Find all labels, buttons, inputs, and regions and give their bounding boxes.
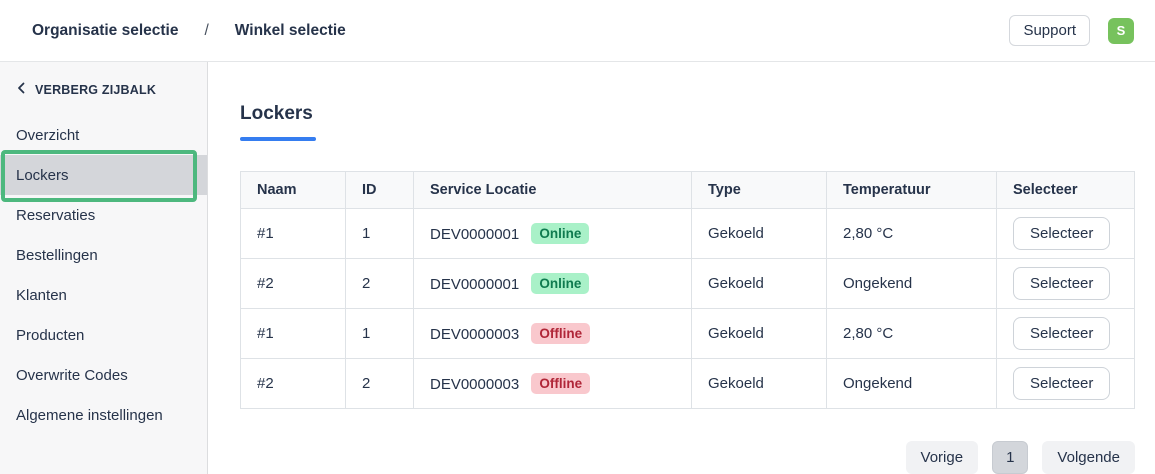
cell-id: 2 [346,359,414,409]
selecteer-button[interactable]: Selecteer [1013,267,1110,300]
cell-service-locatie: DEV0000001 Online [414,259,692,309]
cell-temperatuur: 2,80 °C [827,209,997,259]
cell-temperatuur: Ongekend [827,259,997,309]
breadcrumb: Organisatie selectie / Winkel selectie [32,22,346,40]
service-locatie-code: DEV0000003 [430,376,519,393]
column-header-type: Type [692,172,827,209]
column-header-naam: Naam [241,172,346,209]
column-header-id: ID [346,172,414,209]
cell-naam: #1 [241,309,346,359]
cell-id: 1 [346,209,414,259]
sidebar-item-producten[interactable]: Producten [0,315,207,355]
selecteer-button[interactable]: Selecteer [1013,317,1110,350]
cell-temperatuur: Ongekend [827,359,997,409]
cell-type: Gekoeld [692,359,827,409]
cell-type: Gekoeld [692,309,827,359]
page-title: Lockers [240,103,1135,125]
lockers-table: Naam ID Service Locatie Type Temperatuur… [240,171,1135,409]
cell-id: 1 [346,309,414,359]
selecteer-button[interactable]: Selecteer [1013,217,1110,250]
sidebar-nav: Overzicht Lockers Reservaties Bestelling… [0,115,207,435]
status-badge: Online [531,223,589,244]
page-number-button[interactable]: 1 [992,441,1028,474]
breadcrumb-winkel-selectie[interactable]: Winkel selectie [235,22,346,40]
topbar: Organisatie selectie / Winkel selectie S… [0,0,1155,62]
sidebar-item-klanten[interactable]: Klanten [0,275,207,315]
topbar-right: Support S [1009,15,1134,46]
pagination: Vorige 1 Volgende [240,441,1135,474]
table-header-row: Naam ID Service Locatie Type Temperatuur… [241,172,1135,209]
support-button[interactable]: Support [1009,15,1090,46]
sidebar-item-overwrite-codes[interactable]: Overwrite Codes [0,355,207,395]
next-page-button[interactable]: Volgende [1042,441,1135,474]
cell-id: 2 [346,259,414,309]
breadcrumb-separator: / [204,22,208,40]
column-header-selecteer: Selecteer [997,172,1135,209]
sidebar-item-lockers[interactable]: Lockers [0,155,207,195]
sidebar-item-algemene-instellingen[interactable]: Algemene instellingen [0,395,207,435]
cell-naam: #1 [241,209,346,259]
user-avatar[interactable]: S [1108,18,1134,44]
cell-action: Selecteer [997,259,1135,309]
cell-service-locatie: DEV0000001 Online [414,209,692,259]
cell-service-locatie: DEV0000003 Offline [414,359,692,409]
breadcrumb-organisatie-selectie[interactable]: Organisatie selectie [32,22,178,40]
chevron-left-icon [16,82,26,97]
selecteer-button[interactable]: Selecteer [1013,367,1110,400]
cell-type: Gekoeld [692,259,827,309]
sidebar: VERBERG ZIJBALK Overzicht Lockers Reserv… [0,62,208,474]
title-underline [240,137,316,141]
table-row: #1 1 DEV0000003 Offline Gekoeld 2,80 °C … [241,309,1135,359]
cell-naam: #2 [241,259,346,309]
layout: VERBERG ZIJBALK Overzicht Lockers Reserv… [0,62,1155,474]
service-locatie-code: DEV0000003 [430,326,519,343]
cell-naam: #2 [241,359,346,409]
main-content: Lockers Naam ID Service Locatie Type Tem… [208,62,1155,474]
sidebar-item-bestellingen[interactable]: Bestellingen [0,235,207,275]
status-badge: Offline [531,373,590,394]
hide-sidebar-button[interactable]: VERBERG ZIJBALK [16,82,191,97]
status-badge: Offline [531,323,590,344]
sidebar-item-reservaties[interactable]: Reservaties [0,195,207,235]
previous-page-button[interactable]: Vorige [906,441,979,474]
cell-action: Selecteer [997,359,1135,409]
sidebar-item-overzicht[interactable]: Overzicht [0,115,207,155]
cell-service-locatie: DEV0000003 Offline [414,309,692,359]
cell-type: Gekoeld [692,209,827,259]
cell-action: Selecteer [997,309,1135,359]
table-row: #2 2 DEV0000003 Offline Gekoeld Ongekend… [241,359,1135,409]
service-locatie-code: DEV0000001 [430,276,519,293]
hide-sidebar-label: VERBERG ZIJBALK [35,83,156,97]
status-badge: Online [531,273,589,294]
cell-action: Selecteer [997,209,1135,259]
column-header-service-locatie: Service Locatie [414,172,692,209]
lockers-table-wrap: Naam ID Service Locatie Type Temperatuur… [240,171,1135,409]
table-row: #1 1 DEV0000001 Online Gekoeld 2,80 °C S… [241,209,1135,259]
service-locatie-code: DEV0000001 [430,226,519,243]
table-row: #2 2 DEV0000001 Online Gekoeld Ongekend … [241,259,1135,309]
column-header-temperatuur: Temperatuur [827,172,997,209]
cell-temperatuur: 2,80 °C [827,309,997,359]
